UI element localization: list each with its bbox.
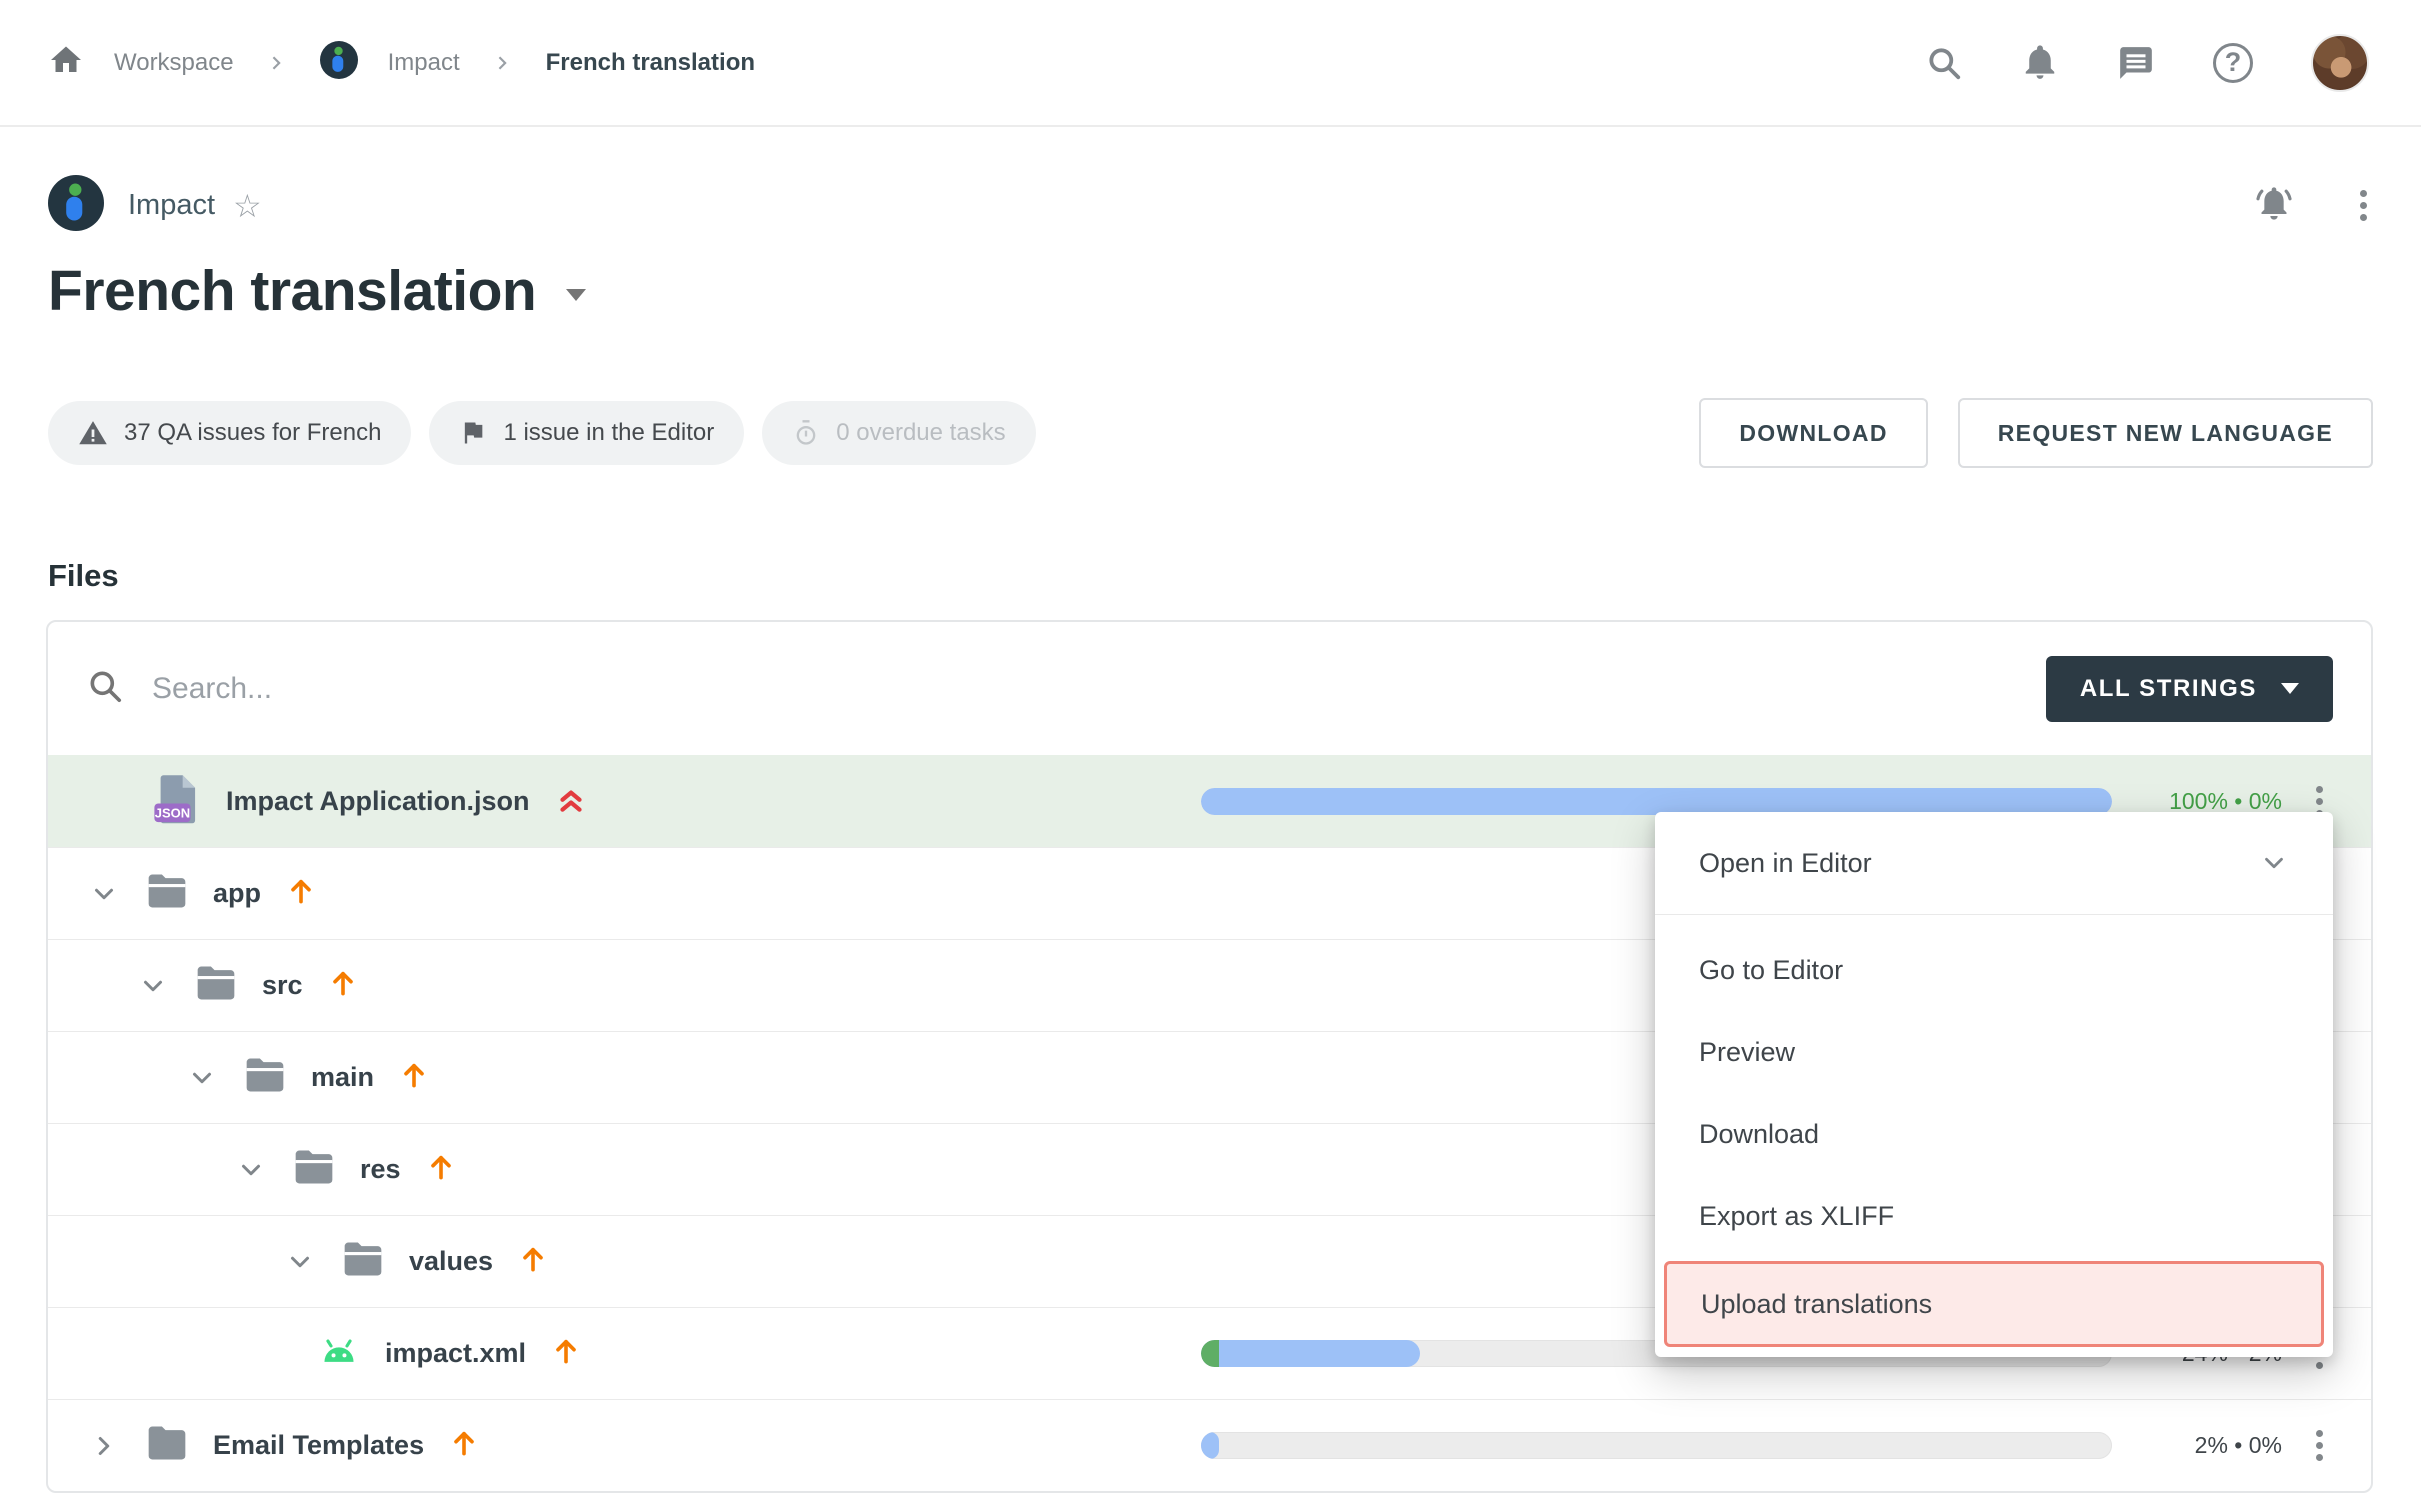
chat-icon[interactable]	[2117, 44, 2155, 82]
files-search-input[interactable]	[152, 672, 1152, 706]
editor-issues-label: 1 issue in the Editor	[503, 419, 714, 447]
chevron-down-icon	[2281, 683, 2299, 694]
upload-arrow-icon[interactable]	[398, 1059, 430, 1096]
menu-item-download[interactable]: Download	[1655, 1093, 2333, 1175]
json-badge-label: JSON	[155, 806, 190, 821]
upload-arrow-icon[interactable]	[285, 875, 317, 912]
chevron-down-icon[interactable]	[283, 1245, 317, 1279]
search-icon	[86, 667, 124, 710]
files-search-row: ALL STRINGS	[48, 622, 2371, 755]
top-nav-icons: ?	[1925, 34, 2369, 92]
progress-percentages: 2% • 0%	[2140, 1432, 2282, 1459]
editor-issues-chip[interactable]: 1 issue in the Editor	[429, 401, 744, 465]
folder-name: main	[311, 1062, 374, 1093]
menu-item-preview[interactable]: Preview	[1655, 1011, 2333, 1093]
android-file-icon	[317, 1331, 361, 1376]
folder-name: res	[360, 1154, 401, 1185]
folder-open-icon	[292, 1148, 336, 1191]
folder-name: Email Templates	[213, 1430, 424, 1461]
chevron-down-icon[interactable]	[185, 1061, 219, 1095]
notifications-bell-icon[interactable]	[2021, 44, 2059, 82]
progress-translated	[1201, 1340, 1420, 1367]
folder-name: app	[213, 878, 261, 909]
progress-bar	[1201, 788, 2112, 815]
menu-item-open-in-editor[interactable]: Open in Editor	[1655, 812, 2333, 915]
upload-arrow-icon[interactable]	[327, 967, 359, 1004]
favorite-star-icon[interactable]: ☆	[233, 190, 262, 222]
breadcrumb-project-logo[interactable]	[320, 41, 358, 84]
menu-item-upload-translations[interactable]: Upload translations	[1664, 1261, 2324, 1347]
folder-open-icon	[145, 872, 189, 915]
project-page: Workspace Impact French translation	[0, 0, 2421, 1498]
folder-name: src	[262, 970, 303, 1001]
strings-filter-label: ALL STRINGS	[2080, 675, 2257, 703]
timer-icon	[792, 419, 820, 447]
menu-item-go-to-editor[interactable]: Go to Editor	[1655, 929, 2333, 1011]
folder-open-icon	[341, 1240, 385, 1283]
upload-arrow-icon[interactable]	[425, 1151, 457, 1188]
file-name: Impact Application.json	[226, 786, 530, 817]
menu-item-label: Open in Editor	[1699, 848, 1872, 879]
status-and-actions-row: 37 QA issues for French 1 issue in the E…	[0, 398, 2421, 468]
search-icon[interactable]	[1925, 44, 1963, 82]
folder-open-icon	[243, 1056, 287, 1099]
project-name: Impact	[128, 189, 215, 222]
chevron-right-icon[interactable]	[87, 1429, 121, 1463]
qa-issues-label: 37 QA issues for French	[124, 419, 381, 447]
warning-icon	[78, 418, 108, 448]
json-file-icon: JSON	[152, 773, 202, 830]
chevron-down-icon[interactable]	[136, 969, 170, 1003]
breadcrumb-impact[interactable]: Impact	[388, 49, 460, 77]
folder-open-icon	[194, 964, 238, 1007]
top-navigation-bar: Workspace Impact French translation	[0, 0, 2421, 127]
file-context-menu: Open in Editor Go to Editor Preview Down…	[1655, 812, 2333, 1357]
page-title: French translation	[48, 258, 536, 324]
bell-ring-icon[interactable]	[2254, 183, 2294, 228]
user-avatar[interactable]	[2311, 34, 2369, 92]
progress-percentages: 100% • 0%	[2140, 788, 2282, 815]
breadcrumb-workspace[interactable]: Workspace	[114, 49, 234, 77]
strings-filter-button[interactable]: ALL STRINGS	[2046, 656, 2333, 722]
row-more-menu-icon[interactable]	[2310, 1424, 2329, 1467]
upload-arrow-icon[interactable]	[448, 1427, 480, 1464]
folder-row-email-templates[interactable]: Email Templates 2% • 0%	[48, 1399, 2371, 1491]
title-dropdown-caret-icon[interactable]	[566, 289, 586, 301]
home-icon[interactable]	[48, 42, 84, 83]
breadcrumb: Workspace Impact French translation	[48, 41, 755, 84]
progress-translated	[1201, 788, 2112, 815]
help-icon[interactable]: ?	[2213, 43, 2253, 83]
download-button[interactable]: DOWNLOAD	[1699, 398, 1927, 468]
folder-closed-icon	[145, 1424, 189, 1467]
breadcrumb-current-page: French translation	[546, 49, 755, 77]
files-section-heading: Files	[48, 558, 2373, 594]
chevron-right-icon	[264, 50, 290, 76]
chevron-down-icon[interactable]	[234, 1153, 268, 1187]
overdue-tasks-label: 0 overdue tasks	[836, 419, 1005, 447]
project-more-menu-icon[interactable]	[2354, 184, 2373, 227]
folder-name: values	[409, 1246, 493, 1277]
chevron-right-icon	[490, 50, 516, 76]
upload-arrow-icon[interactable]	[517, 1243, 549, 1280]
qa-issues-chip[interactable]: 37 QA issues for French	[48, 401, 411, 465]
file-name: impact.xml	[385, 1338, 526, 1369]
progress-reviewed	[1201, 1340, 1219, 1367]
flag-icon	[459, 419, 487, 447]
progress-bar	[1201, 1432, 2112, 1459]
request-new-language-button[interactable]: REQUEST NEW LANGUAGE	[1958, 398, 2373, 468]
project-header: Impact ☆ French translation	[0, 175, 2421, 324]
project-logo	[48, 175, 104, 236]
help-glyph: ?	[2225, 47, 2242, 78]
overdue-tasks-chip[interactable]: 0 overdue tasks	[762, 401, 1035, 465]
priority-high-icon	[554, 782, 588, 821]
menu-item-export-as-xliff[interactable]: Export as XLIFF	[1655, 1175, 2333, 1257]
progress-translated	[1201, 1432, 1219, 1459]
upload-arrow-icon[interactable]	[550, 1335, 582, 1372]
chevron-down-icon	[2259, 848, 2289, 878]
chevron-down-icon[interactable]	[87, 877, 121, 911]
